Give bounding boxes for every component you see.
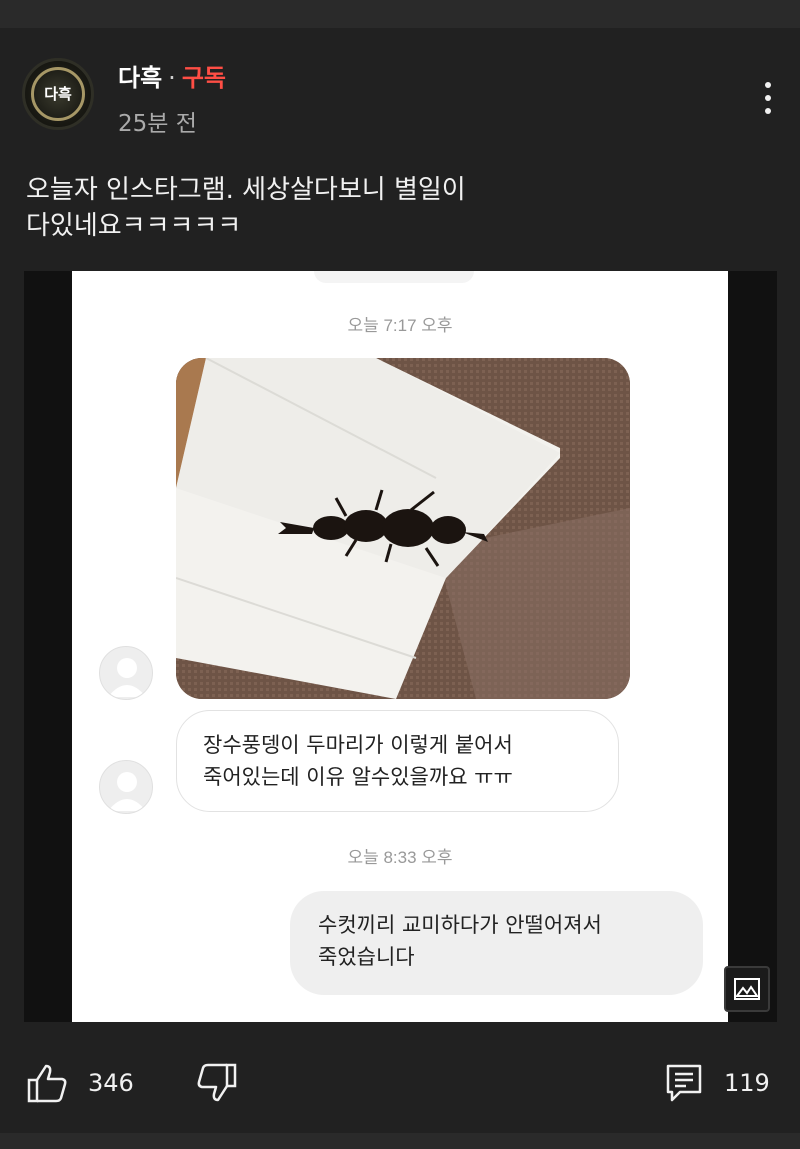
chat-timestamp: 오늘 7:17 오후	[347, 316, 453, 335]
top-status-bar	[0, 0, 800, 28]
beetle-photo-graphic	[176, 358, 630, 699]
outgoing-message-bubble: 수컷끼리 교미하다가 안떨어져서 죽었습니다	[290, 891, 703, 995]
comment-button[interactable]: 119	[664, 1062, 770, 1104]
default-avatar-icon	[108, 772, 146, 811]
default-avatar-icon	[108, 658, 146, 697]
bottom-divider	[0, 1133, 800, 1149]
outgoing-message-line: 죽었습니다	[318, 945, 415, 969]
thumbs-down-icon	[197, 1063, 237, 1102]
chat-timestamp: 오늘 8:33 오후	[347, 848, 453, 867]
channel-avatar[interactable]: 다흑	[22, 58, 94, 130]
post-action-bar: 346 119	[0, 1050, 800, 1120]
incoming-message-line: 장수풍뎅이 두마리가 이렇게 붙어서	[203, 733, 513, 757]
thumbs-up-icon	[27, 1064, 67, 1103]
post-text: 오늘자 인스타그램. 세상살다보니 별일이 다있네요ㅋㅋㅋㅋㅋ	[26, 172, 766, 244]
image-icon[interactable]	[724, 966, 770, 1012]
post-text-line: 오늘자 인스타그램. 세상살다보니 별일이	[26, 175, 466, 205]
channel-name[interactable]: 다흑	[118, 64, 162, 92]
post-image[interactable]: 오늘 7:17 오후 장수풍뎅이 두마리가 이렇게 붙어서 죽어있는데 이유 알…	[24, 271, 777, 1022]
channel-header: 다흑 · 구독	[118, 58, 226, 93]
chat-screenshot: 오늘 7:17 오후 장수풍뎅이 두마리가 이렇게 붙어서 죽어있는데 이유 알…	[72, 271, 728, 1022]
outgoing-message-line: 수컷끼리 교미하다가 안떨어져서	[318, 913, 602, 937]
dislike-button[interactable]	[196, 1062, 238, 1104]
sender-avatar[interactable]	[99, 646, 153, 700]
like-count: 346	[88, 1069, 134, 1097]
post-time: 25분 전	[118, 111, 197, 137]
subscribe-button[interactable]: 구독	[182, 64, 226, 92]
beetle-photo	[176, 358, 630, 699]
comment-count: 119	[724, 1069, 770, 1097]
header-separator: ·	[168, 64, 176, 92]
post-text-line: 다있네요ㅋㅋㅋㅋㅋ	[26, 211, 242, 241]
avatar-logo-text: 다흑	[44, 85, 72, 103]
like-button[interactable]: 346	[26, 1062, 134, 1104]
comment-icon	[666, 1064, 702, 1102]
previous-message-bubble	[314, 271, 474, 283]
sender-avatar[interactable]	[99, 760, 153, 814]
more-vertical-icon[interactable]	[752, 78, 784, 118]
incoming-message-line: 죽어있는데 이유 알수있을까요 ㅠㅠ	[203, 765, 513, 789]
incoming-message-bubble: 장수풍뎅이 두마리가 이렇게 붙어서 죽어있는데 이유 알수있을까요 ㅠㅠ	[176, 710, 619, 812]
